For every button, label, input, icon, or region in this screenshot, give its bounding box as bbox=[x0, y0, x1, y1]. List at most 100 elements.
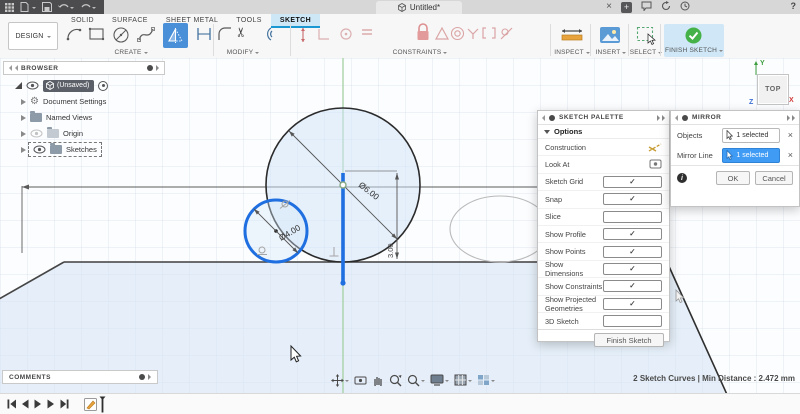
panel-drag-icon[interactable] bbox=[682, 115, 688, 121]
expand-comments-icon[interactable] bbox=[148, 374, 151, 380]
palette-row-3d-sketch[interactable]: 3D Sketch bbox=[538, 313, 669, 330]
show-projected-geometries-checkbox[interactable] bbox=[603, 298, 663, 310]
cancel-button[interactable]: Cancel bbox=[755, 171, 793, 185]
group-create[interactable]: CREATE bbox=[105, 49, 157, 56]
sketch-palette-header[interactable]: SKETCH PALETTE bbox=[538, 111, 669, 125]
dock-handle-icon[interactable] bbox=[542, 115, 545, 121]
expand-panel-icon[interactable] bbox=[787, 115, 790, 121]
tangent-constraint-icon[interactable] bbox=[499, 26, 514, 41]
timeline-play-icon[interactable] bbox=[34, 399, 42, 409]
measure-tool-icon[interactable] bbox=[560, 26, 584, 44]
spline-tool-icon[interactable] bbox=[137, 26, 155, 43]
construction-icon[interactable] bbox=[648, 142, 662, 153]
coincident-constraint-icon[interactable] bbox=[316, 26, 332, 42]
timeline-go-to-end-icon[interactable] bbox=[60, 399, 69, 409]
concentric-constraint-icon[interactable] bbox=[450, 26, 465, 41]
select-tool-icon[interactable] bbox=[636, 26, 658, 45]
insert-image-icon[interactable] bbox=[599, 26, 621, 44]
tab-surface[interactable]: SURFACE bbox=[103, 14, 157, 26]
browser-header[interactable]: BROWSER bbox=[3, 61, 165, 75]
browser-item-named-views[interactable]: Named Views bbox=[3, 110, 173, 125]
visibility-eye-off-icon[interactable] bbox=[30, 129, 43, 138]
slot-tool-icon[interactable] bbox=[195, 26, 213, 42]
midpoint-constraint-icon[interactable] bbox=[338, 26, 354, 42]
expand-icon[interactable] bbox=[21, 99, 26, 105]
sketches-selection-box[interactable]: Sketches bbox=[30, 144, 100, 155]
show-points-checkbox[interactable] bbox=[603, 246, 663, 258]
sketch-grid-checkbox[interactable] bbox=[603, 176, 663, 188]
save-icon[interactable] bbox=[42, 2, 52, 12]
trim-scissors-icon[interactable]: ✂ bbox=[236, 24, 247, 40]
sketch-dimension-icon[interactable] bbox=[296, 26, 310, 44]
circle-tool-icon[interactable] bbox=[112, 26, 130, 44]
options-section-header[interactable]: Options bbox=[538, 125, 669, 139]
visibility-eye-icon[interactable] bbox=[26, 81, 39, 90]
viewports-icon[interactable] bbox=[477, 374, 495, 386]
grid-settings-caret-icon[interactable] bbox=[468, 380, 472, 384]
snap-checkbox[interactable] bbox=[603, 193, 663, 205]
palette-row-sketch-grid[interactable]: Sketch Grid bbox=[538, 174, 669, 191]
info-icon[interactable]: i bbox=[677, 173, 687, 183]
palette-row-show-points[interactable]: Show Points bbox=[538, 243, 669, 260]
palette-row-snap[interactable]: Snap bbox=[538, 191, 669, 208]
fix-lock-constraint-icon[interactable] bbox=[415, 23, 431, 42]
offset-tool-icon[interactable] bbox=[257, 26, 275, 42]
undo-icon[interactable] bbox=[58, 3, 74, 12]
viewcube[interactable]: TOP bbox=[757, 74, 789, 105]
symmetry-constraint-icon[interactable] bbox=[466, 26, 480, 40]
fillet-tool-icon[interactable] bbox=[217, 26, 234, 43]
expand-icon[interactable] bbox=[21, 131, 26, 137]
root-document-badge[interactable]: (Unsaved) bbox=[43, 80, 94, 92]
group-constraints[interactable]: CONSTRAINTS bbox=[382, 49, 458, 56]
timeline-go-to-start-icon[interactable] bbox=[7, 399, 16, 409]
finish-sketch-button[interactable]: FINISH SKETCH bbox=[664, 24, 724, 57]
3d-sketch-checkbox[interactable] bbox=[603, 315, 663, 327]
workspace-design-button[interactable]: DESIGN bbox=[8, 22, 58, 50]
browser-item-sketches[interactable]: Sketches bbox=[3, 142, 173, 157]
dock-handle-icon[interactable] bbox=[675, 115, 678, 121]
orbit-caret-icon[interactable] bbox=[345, 380, 349, 384]
mirror-tool-icon-active[interactable] bbox=[163, 23, 188, 48]
palette-row-show-profile[interactable]: Show Profile bbox=[538, 226, 669, 243]
rectangle-tool-icon[interactable] bbox=[88, 26, 105, 43]
activate-component-radio[interactable] bbox=[98, 81, 108, 91]
palette-row-look-at[interactable]: Look At bbox=[538, 156, 669, 173]
zoom-window-caret-icon[interactable] bbox=[421, 380, 425, 384]
expand-panel-icon[interactable] bbox=[156, 65, 159, 71]
clear-mirror-line-icon[interactable]: × bbox=[788, 150, 793, 160]
visibility-eye-icon[interactable] bbox=[33, 145, 46, 154]
timeline-sketch-feature-icon[interactable] bbox=[84, 397, 98, 411]
zoom-window-icon[interactable] bbox=[407, 374, 425, 387]
show-constraints-checkbox[interactable] bbox=[603, 280, 663, 292]
polygon-constraint-icon[interactable] bbox=[434, 26, 450, 41]
document-tab[interactable]: Untitled* bbox=[376, 1, 462, 14]
tab-tools[interactable]: TOOLS bbox=[227, 14, 271, 26]
ok-button[interactable]: OK bbox=[716, 171, 750, 185]
new-tab-icon[interactable]: + bbox=[621, 2, 632, 13]
comment-indicator-icon[interactable] bbox=[139, 374, 145, 380]
palette-row-show-projected-geometries[interactable]: Show Projected Geometries bbox=[538, 296, 669, 313]
show-profile-checkbox[interactable] bbox=[603, 228, 663, 240]
orbit-icon[interactable] bbox=[331, 374, 349, 387]
expand-icon[interactable] bbox=[21, 115, 26, 121]
viewports-caret-icon[interactable] bbox=[491, 380, 495, 384]
pan-icon[interactable] bbox=[372, 374, 384, 386]
mirror-dialog-header[interactable]: MIRROR bbox=[671, 111, 799, 125]
expand-panel-icon[interactable] bbox=[657, 115, 660, 121]
show-dimensions-checkbox[interactable] bbox=[603, 263, 663, 275]
arc-tool-icon[interactable] bbox=[66, 26, 83, 43]
mirror-line-endpoint[interactable] bbox=[340, 280, 345, 285]
comments-bar[interactable]: COMMENTS bbox=[2, 370, 158, 384]
zoom-icon[interactable] bbox=[389, 374, 402, 387]
viewcube-top-face[interactable]: TOP bbox=[765, 86, 781, 93]
redo-icon[interactable] bbox=[80, 3, 96, 12]
browser-root-row[interactable]: (Unsaved) bbox=[3, 78, 173, 93]
palette-finish-sketch-button[interactable]: Finish Sketch bbox=[594, 333, 664, 347]
display-settings-caret-icon[interactable] bbox=[445, 380, 449, 384]
root-expand-icon[interactable] bbox=[15, 82, 22, 89]
equal-constraint-icon[interactable] bbox=[360, 26, 374, 38]
palette-row-slice[interactable]: Slice bbox=[538, 209, 669, 226]
look-at-icon[interactable] bbox=[649, 159, 662, 170]
group-modify[interactable]: MODIFY bbox=[217, 49, 269, 56]
mirror-line-select-button[interactable]: 1 selected bbox=[722, 148, 779, 163]
